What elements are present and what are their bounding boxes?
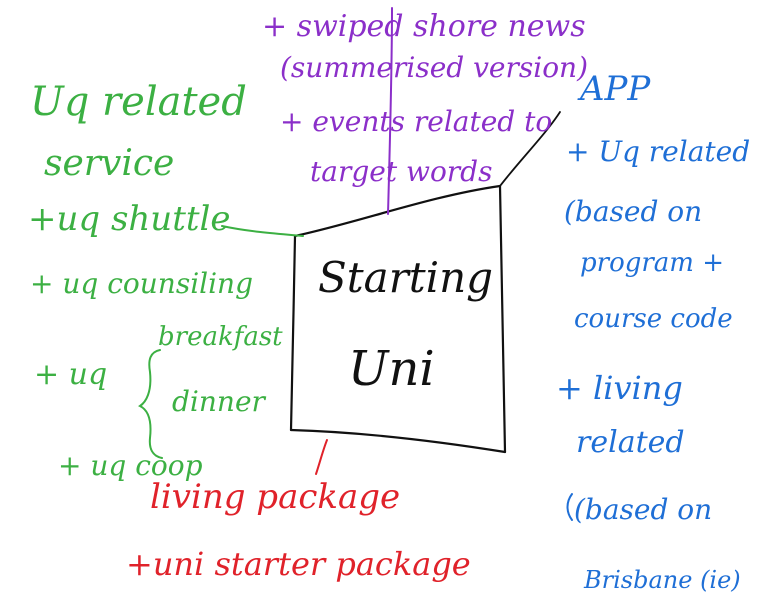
right-note-8: (based on bbox=[574, 493, 713, 526]
left-note-4: + uq counsiling bbox=[30, 267, 254, 300]
left-note-5: + uq bbox=[34, 357, 108, 392]
center-box-left-edge bbox=[289, 234, 297, 432]
right-note-2: + Uq related bbox=[566, 135, 751, 168]
right-note-5: course code bbox=[574, 304, 733, 334]
left-note-1: Uq related bbox=[30, 79, 247, 125]
center-title-line1: Starting bbox=[318, 253, 494, 302]
center-box-right-edge bbox=[498, 184, 507, 454]
left-note-2: service bbox=[44, 143, 175, 184]
right-bracket bbox=[566, 493, 573, 521]
left-note-3: +uq shuttle bbox=[28, 199, 231, 239]
top-note-2: (summerised version) bbox=[280, 51, 589, 84]
top-note-4: target words bbox=[310, 155, 493, 188]
center-box-top-edge bbox=[293, 184, 502, 238]
right-note-7: related bbox=[576, 425, 685, 460]
right-note-4: program + bbox=[580, 248, 725, 278]
top-note-3: + events related to bbox=[280, 105, 553, 138]
meal-brace bbox=[138, 349, 163, 459]
connector-line-bottom bbox=[315, 439, 328, 475]
left-note-7: dinner bbox=[172, 385, 265, 418]
right-note-6: + living bbox=[556, 369, 683, 407]
connector-line-left bbox=[221, 225, 304, 237]
right-note-3: (based on bbox=[564, 195, 703, 228]
bottom-note-1: living package bbox=[150, 477, 401, 517]
center-box bbox=[289, 184, 507, 454]
left-note-8: + uq coop bbox=[58, 449, 203, 482]
center-title-line2: Uni bbox=[348, 341, 435, 397]
left-note-6: breakfast bbox=[158, 322, 283, 352]
right-note-1: APP bbox=[580, 69, 651, 109]
top-note-1: + swiped shore news bbox=[262, 9, 586, 44]
right-note-9: Brisbane (ie) bbox=[584, 566, 741, 594]
bottom-note-2: +uni starter package bbox=[126, 545, 471, 583]
